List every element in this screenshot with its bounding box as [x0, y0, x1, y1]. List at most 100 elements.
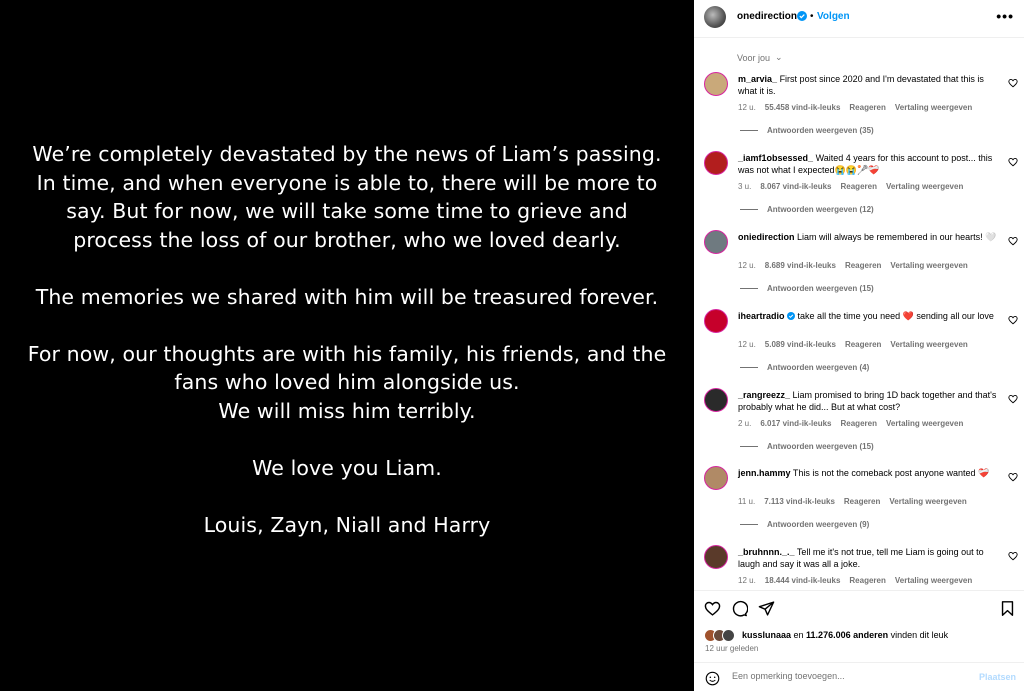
view-replies-label[interactable]: Antwoorden weergeven (15) — [767, 284, 874, 293]
commenter-username[interactable]: jenn.hammy — [738, 468, 791, 478]
reply-button[interactable]: Reageren — [844, 497, 880, 506]
verified-badge-icon — [787, 312, 796, 320]
replies-divider — [740, 209, 758, 210]
comment-body: Liam will always be remembered in our he… — [797, 232, 997, 242]
view-replies-label[interactable]: Antwoorden weergeven (9) — [767, 520, 869, 529]
reply-button[interactable]: Reageren — [845, 340, 881, 349]
translate-button[interactable]: Vertaling weergeven — [890, 261, 967, 270]
comment-likes[interactable]: 8.067 vind-ik-leuks — [760, 182, 831, 191]
post-paragraph: The memories we shared with him will be … — [0, 283, 694, 312]
comment-item: m_arvia_ First post since 2020 and I'm d… — [694, 72, 1024, 142]
like-heart-icon[interactable] — [704, 600, 721, 617]
follow-button[interactable]: Volgen — [817, 11, 850, 22]
commenter-username[interactable]: oniedirection — [738, 232, 795, 242]
comment-text: iheartradio take all the time you need ❤… — [738, 310, 1000, 322]
comment-time: 12 u. — [738, 261, 756, 270]
comment-like-heart-icon[interactable] — [1008, 78, 1018, 88]
translate-button[interactable]: Vertaling weergeven — [889, 497, 966, 506]
author-avatar[interactable] — [704, 6, 726, 28]
likes-count[interactable]: 11.276.006 anderen — [806, 630, 888, 640]
reply-button[interactable]: Reageren — [845, 261, 881, 270]
translate-button[interactable]: Vertaling weergeven — [890, 340, 967, 349]
view-replies-label[interactable]: Antwoorden weergeven (15) — [767, 442, 874, 451]
replies-divider — [740, 446, 758, 447]
view-replies-button[interactable]: Antwoorden weergeven (9) — [740, 520, 869, 529]
post-text-line: In time, and when everyone is able to, t… — [36, 170, 658, 195]
reply-button[interactable]: Reageren — [849, 576, 885, 585]
comment-like-heart-icon[interactable] — [1008, 315, 1018, 325]
likes-connector: en — [791, 630, 807, 640]
chevron-down-icon[interactable]: ⌄ — [775, 52, 783, 63]
comment-time: 12 u. — [738, 103, 756, 112]
replies-divider — [740, 524, 758, 525]
more-options-icon[interactable]: ••• — [996, 8, 1014, 24]
commenter-username[interactable]: _bruhnnn._._ — [738, 547, 795, 557]
view-replies-label[interactable]: Antwoorden weergeven (4) — [767, 363, 869, 372]
comment-text: m_arvia_ First post since 2020 and I'm d… — [738, 73, 1000, 97]
comment-like-heart-icon[interactable] — [1008, 236, 1018, 246]
comment-like-heart-icon[interactable] — [1008, 472, 1018, 482]
commenter-avatar[interactable] — [704, 388, 728, 412]
commenter-avatar[interactable] — [704, 230, 728, 254]
view-replies-button[interactable]: Antwoorden weergeven (12) — [740, 205, 874, 214]
comment-meta: 11 u. 7.113 vind-ik-leuks Reageren Vertalin… — [738, 497, 976, 506]
comment-like-heart-icon[interactable] — [1008, 394, 1018, 404]
translate-button[interactable]: Vertaling weergeven — [895, 576, 972, 585]
comment-like-heart-icon[interactable] — [1008, 551, 1018, 561]
commenter-avatar[interactable] — [704, 309, 728, 333]
replies-divider — [740, 288, 758, 289]
likes-text[interactable]: kusslunaaa en 11.276.006 anderen vinden … — [742, 630, 948, 640]
sort-dropdown[interactable]: Voor jou — [737, 53, 770, 63]
share-send-icon[interactable] — [758, 600, 775, 617]
view-replies-button[interactable]: Antwoorden weergeven (4) — [740, 363, 869, 372]
comment-likes[interactable]: 18.444 vind-ik-leuks — [765, 576, 841, 585]
translate-button[interactable]: Vertaling weergeven — [895, 103, 972, 112]
liker-username[interactable]: kusslunaaa — [742, 630, 791, 640]
commenter-username[interactable]: _iamf1obsessed_ — [738, 153, 813, 163]
view-replies-label[interactable]: Antwoorden weergeven (35) — [767, 126, 874, 135]
post-comment-button[interactable]: Plaatsen — [979, 672, 1016, 682]
verified-badge-icon — [797, 11, 807, 21]
commenter-avatar[interactable] — [704, 545, 728, 569]
comment-time: 12 u. — [738, 576, 756, 585]
commenter-username[interactable]: iheartradio — [738, 311, 785, 321]
commenter-username[interactable]: m_arvia_ — [738, 74, 777, 84]
reply-button[interactable]: Reageren — [841, 419, 877, 428]
comment-input[interactable] — [732, 671, 962, 681]
comment-meta: 2 u. 6.017 vind-ik-leuks Reageren Vertaling… — [738, 419, 972, 428]
comment-likes[interactable]: 8.689 vind-ik-leuks — [765, 261, 836, 270]
post-timestamp: 12 uur geleden — [705, 644, 759, 653]
bookmark-icon[interactable] — [999, 600, 1016, 617]
view-replies-label[interactable]: Antwoorden weergeven (12) — [767, 205, 874, 214]
comment-likes[interactable]: 6.017 vind-ik-leuks — [760, 419, 831, 428]
view-replies-button[interactable]: Antwoorden weergeven (35) — [740, 126, 874, 135]
comment-likes[interactable]: 7.113 vind-ik-leuks — [764, 497, 835, 506]
post-paragraph: We love you Liam. — [0, 454, 694, 483]
reply-button[interactable]: Reageren — [841, 182, 877, 191]
view-replies-button[interactable]: Antwoorden weergeven (15) — [740, 284, 874, 293]
comment-time: 2 u. — [738, 419, 752, 428]
comment-meta: 3 u. 8.067 vind-ik-leuks Reageren Vertaling… — [738, 182, 972, 191]
comment-like-heart-icon[interactable] — [1008, 157, 1018, 167]
comment-meta: 12 u. 55.458 vind-ik-leuks Reageren Vertali… — [738, 103, 981, 112]
comment-bubble-icon[interactable] — [731, 600, 748, 617]
comment-time: 3 u. — [738, 182, 752, 191]
view-replies-button[interactable]: Antwoorden weergeven (15) — [740, 442, 874, 451]
emoji-icon[interactable] — [705, 671, 720, 686]
translate-button[interactable]: Vertaling weergeven — [886, 182, 963, 191]
reply-button[interactable]: Reageren — [849, 103, 885, 112]
author-username[interactable]: onedirection — [737, 11, 797, 22]
commenter-avatar[interactable] — [704, 72, 728, 96]
post-text-line: say. But for now, we will take some time… — [66, 199, 628, 223]
commenter-avatar[interactable] — [704, 151, 728, 175]
post-header: onedirection • Volgen ••• — [694, 0, 1024, 38]
comment-text: _iamf1obsessed_ Waited 4 years for this … — [738, 152, 1000, 176]
comment-time: 12 u. — [738, 340, 756, 349]
commenter-avatar[interactable] — [704, 466, 728, 490]
commenter-username[interactable]: _rangreezz_ — [738, 390, 790, 400]
comment-likes[interactable]: 55.458 vind-ik-leuks — [765, 103, 841, 112]
comment-meta: 12 u. 18.444 vind-ik-leuks Reageren Vertali… — [738, 576, 981, 585]
comment-likes[interactable]: 5.089 vind-ik-leuks — [765, 340, 836, 349]
comment-item: iheartradio take all the time you need ❤… — [694, 309, 1024, 379]
translate-button[interactable]: Vertaling weergeven — [886, 419, 963, 428]
